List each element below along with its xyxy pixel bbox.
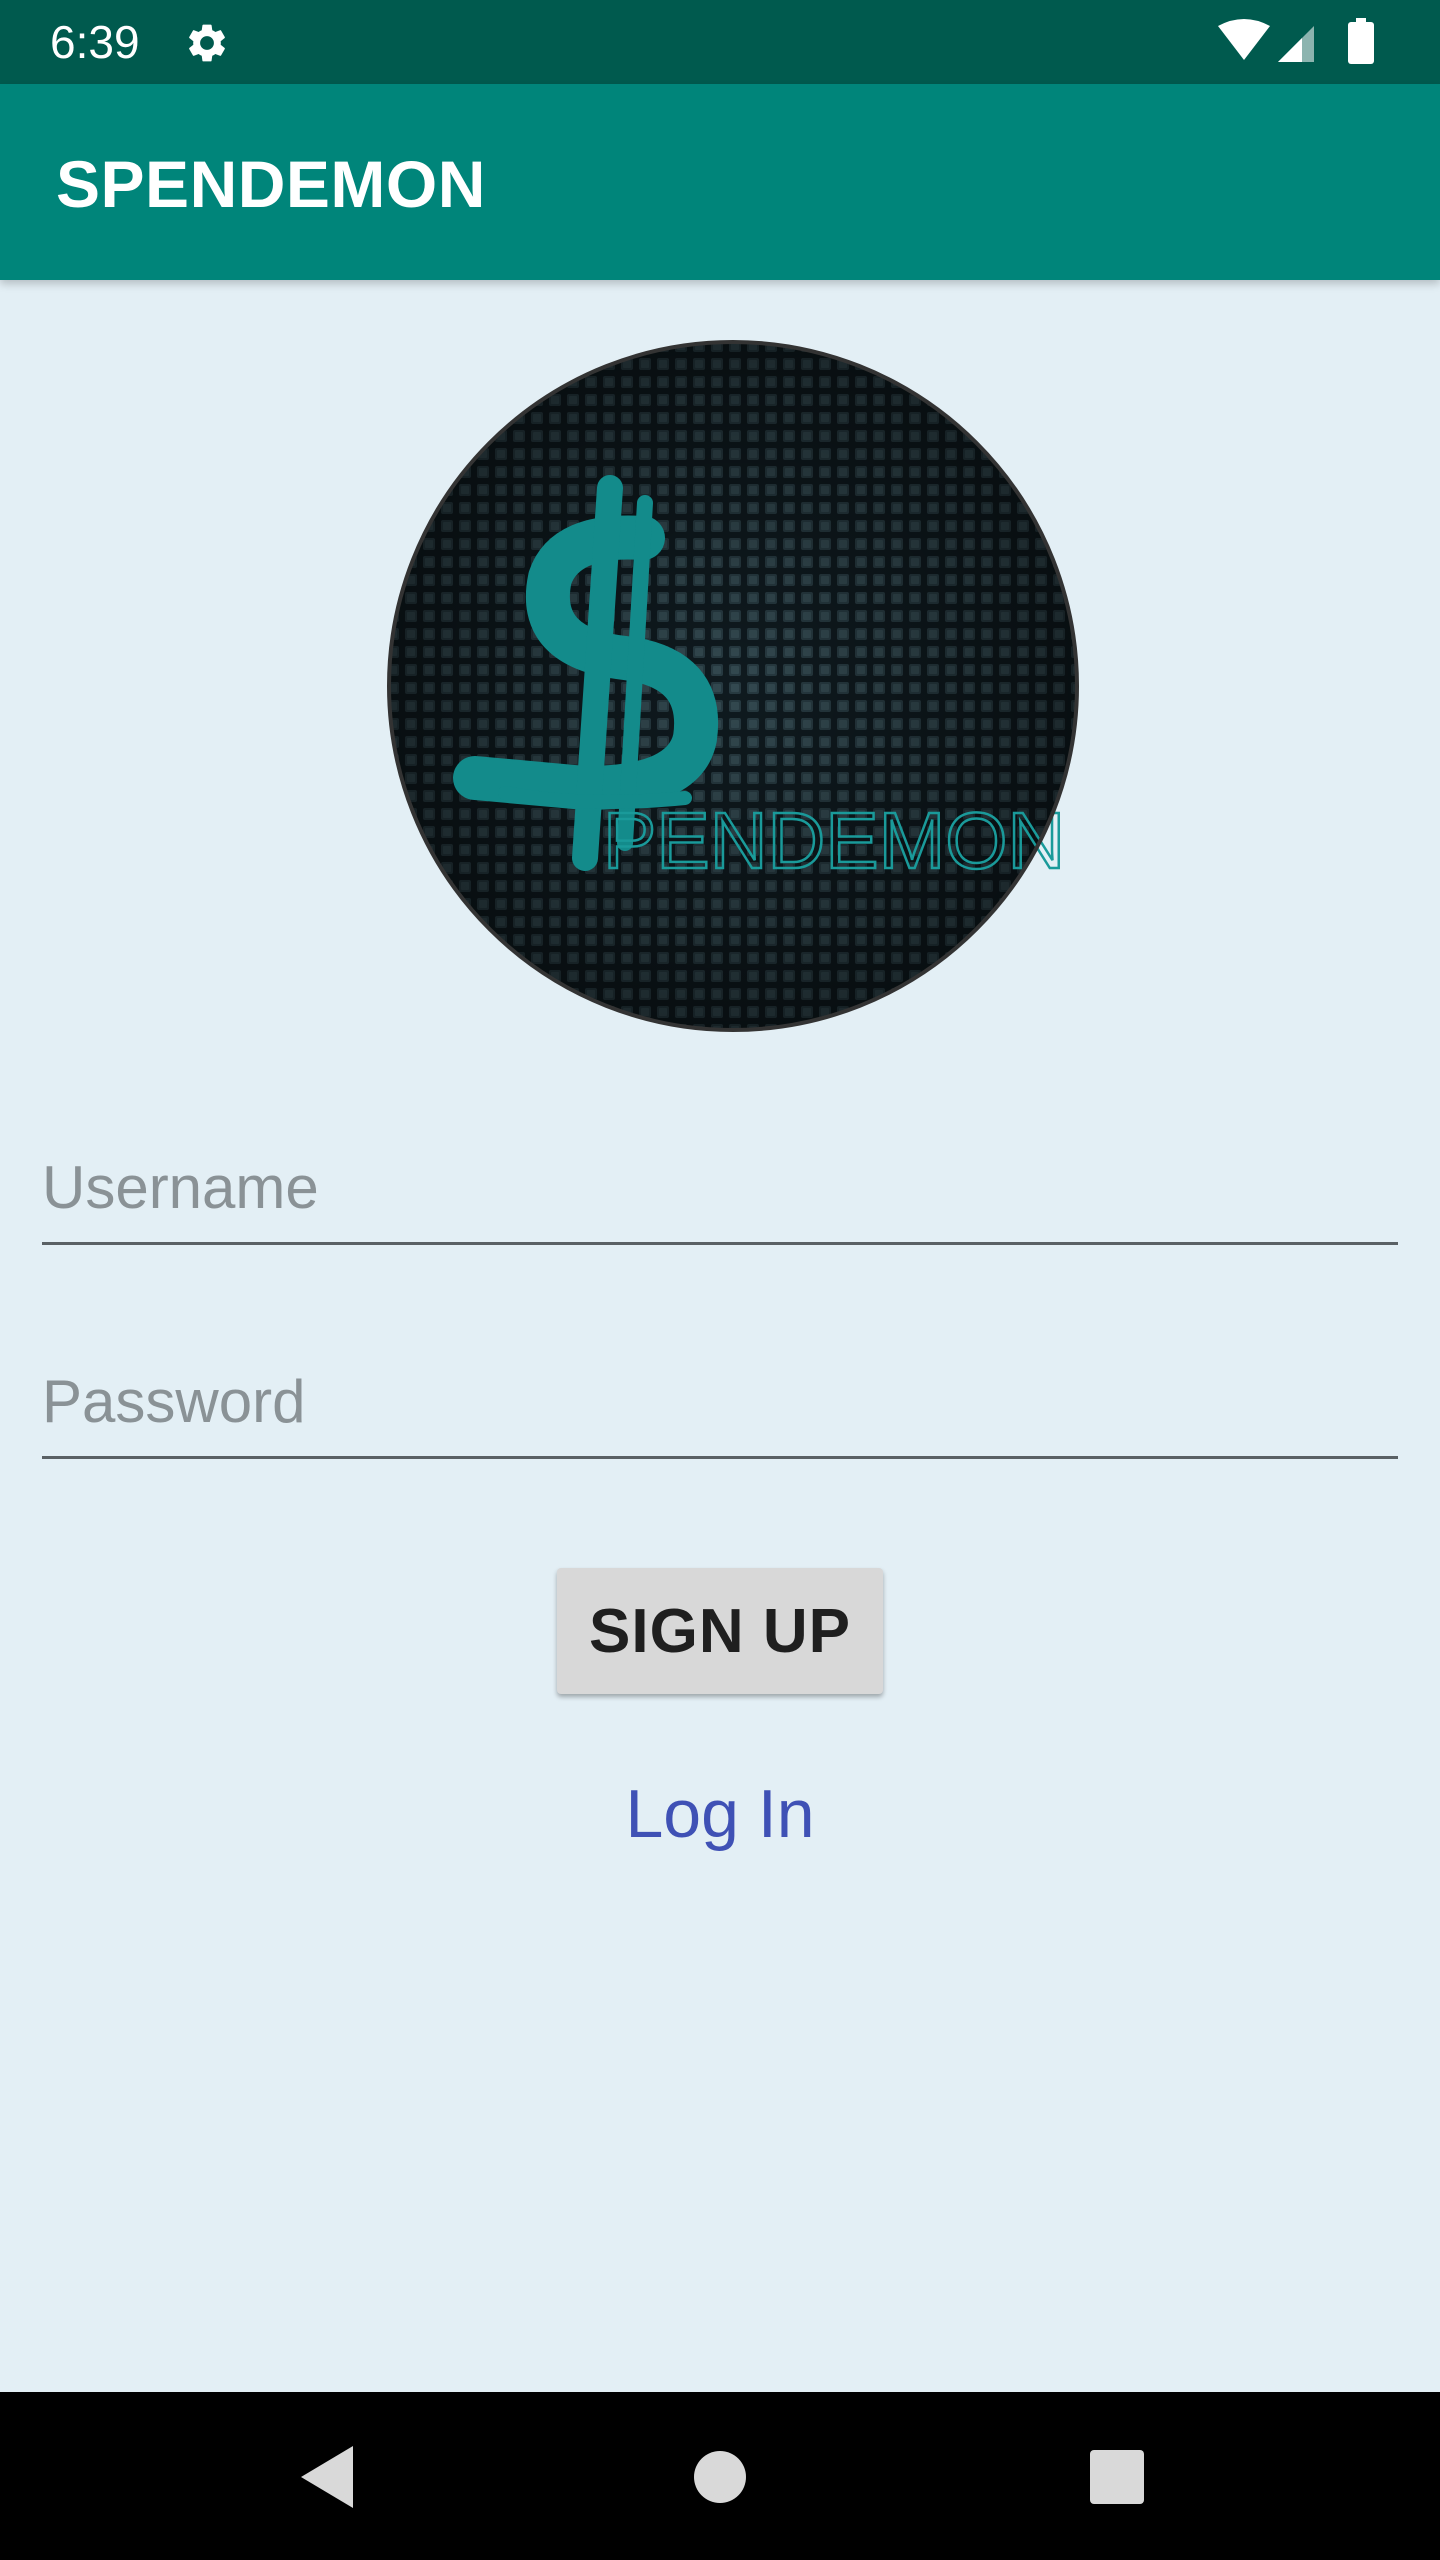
recents-icon[interactable] (1072, 2432, 1162, 2522)
navigation-bar (0, 2392, 1440, 2560)
signup-button[interactable]: SIGN UP (557, 1568, 883, 1694)
password-input[interactable] (42, 1362, 1398, 1442)
username-field[interactable] (42, 1148, 1398, 1245)
wifi-icon (1218, 19, 1270, 60)
username-underline (42, 1242, 1398, 1245)
password-underline (42, 1456, 1398, 1459)
status-bar: 6:39 (0, 0, 1440, 84)
back-icon[interactable] (285, 2432, 375, 2522)
signal-icon (1278, 26, 1314, 62)
status-icons (1218, 18, 1374, 64)
password-field[interactable] (42, 1362, 1398, 1459)
logo-text: PENDEMON (603, 796, 1065, 885)
app-bar: SPENDEMON (0, 84, 1440, 280)
app-logo: PENDEMON (385, 338, 1081, 1034)
username-input[interactable] (42, 1148, 1398, 1228)
gear-icon (189, 24, 225, 62)
app-title: SPENDEMON (56, 147, 486, 221)
home-icon[interactable] (675, 2432, 765, 2522)
login-link[interactable]: Log In (0, 1772, 1440, 1856)
battery-icon (1348, 18, 1374, 64)
status-time: 6:39 (50, 16, 140, 68)
